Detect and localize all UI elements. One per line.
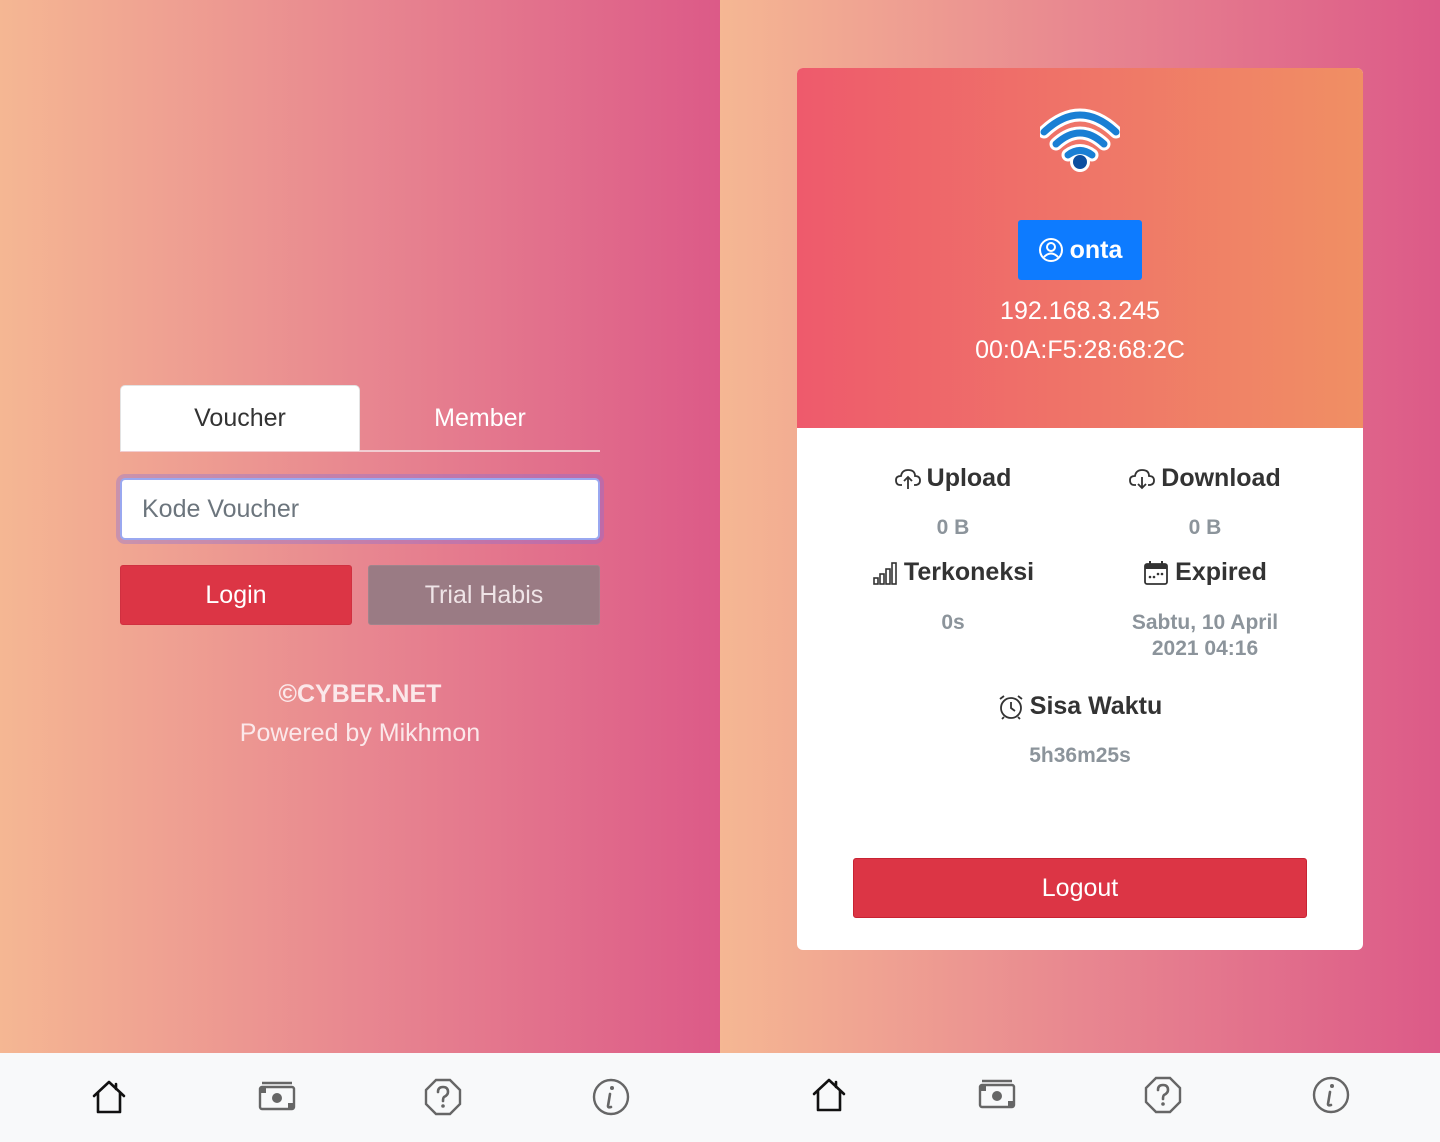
home-icon[interactable] <box>807 1073 851 1117</box>
info-icon[interactable] <box>1309 1073 1353 1117</box>
wifi-icon <box>1040 108 1120 172</box>
calendar-icon <box>1144 560 1169 585</box>
home-icon[interactable] <box>87 1075 131 1119</box>
voucher-code-input[interactable] <box>120 478 600 540</box>
user-badge: onta <box>1018 220 1142 280</box>
trial-button[interactable]: Trial Habis <box>368 565 600 625</box>
help-icon[interactable] <box>421 1075 465 1119</box>
download-value: 0 B <box>1188 516 1222 539</box>
connected-label: Terkoneksi <box>853 558 1053 587</box>
bottom-nav <box>0 1053 720 1142</box>
cash-icon[interactable] <box>975 1073 1019 1117</box>
copyright-text: ©CYBER.NET <box>278 680 442 708</box>
upload-value: 0 B <box>936 516 970 539</box>
signal-bars-icon <box>873 561 897 585</box>
status-screen: onta 192.168.3.245 00:0A:F5:28:68:2C Upl… <box>720 0 1440 1142</box>
expired-value: Sabtu, 10 April 2021 04:16 <box>1131 611 1279 660</box>
connected-value: 0s <box>941 611 965 634</box>
logout-button[interactable]: Logout <box>853 858 1307 918</box>
help-icon[interactable] <box>1141 1073 1185 1117</box>
login-screen: Voucher Member Login Trial Habis ©CYBER.… <box>0 0 720 1142</box>
cloud-upload-icon <box>894 468 921 489</box>
user-circle-icon <box>1038 238 1063 262</box>
upload-label: Upload <box>853 464 1053 493</box>
powered-by-text: Powered by Mikhmon <box>239 719 481 747</box>
bottom-nav <box>720 1053 1440 1142</box>
username: onta <box>1069 235 1123 264</box>
mac-address: 00:0A:F5:28:68:2C <box>975 336 1185 364</box>
expired-label: Expired <box>1105 558 1305 587</box>
status-card-header: onta 192.168.3.245 00:0A:F5:28:68:2C <box>797 68 1363 428</box>
cloud-download-icon <box>1129 468 1156 489</box>
alarm-clock-icon <box>999 694 1023 720</box>
download-label: Download <box>1105 464 1305 493</box>
remaining-label: Sisa Waktu <box>930 692 1230 721</box>
cash-icon[interactable] <box>255 1075 299 1119</box>
info-icon[interactable] <box>589 1075 633 1119</box>
login-button[interactable]: Login <box>120 565 352 625</box>
status-card: onta 192.168.3.245 00:0A:F5:28:68:2C Upl… <box>797 68 1363 950</box>
remaining-value: 5h36m25s <box>1029 744 1131 767</box>
ip-address: 192.168.3.245 <box>1000 297 1160 325</box>
tab-member[interactable]: Member <box>360 385 600 451</box>
login-tabs: Voucher Member <box>120 385 600 452</box>
tab-voucher[interactable]: Voucher <box>120 385 360 451</box>
